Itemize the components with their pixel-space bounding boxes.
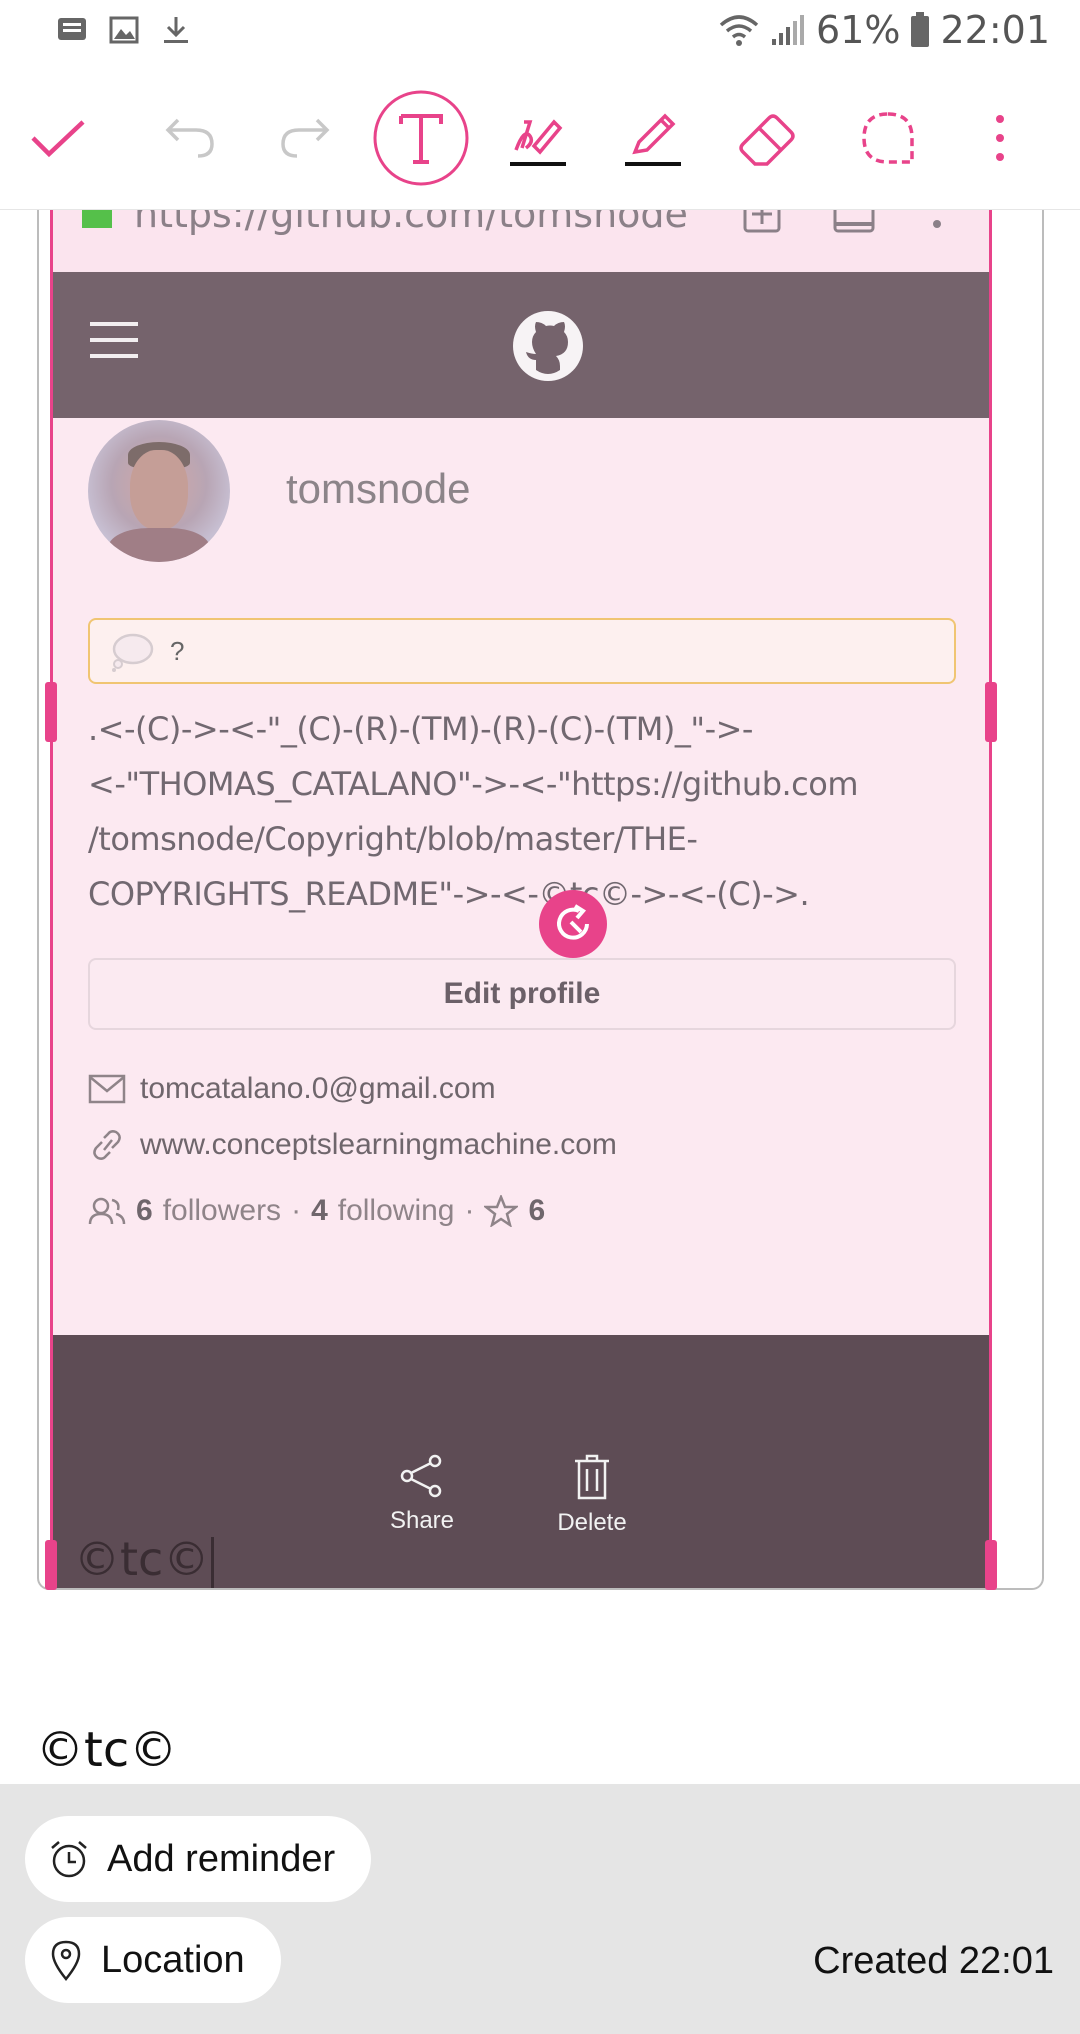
image-icon xyxy=(109,16,139,44)
set-status-box[interactable]: ? xyxy=(88,618,956,684)
website-link: www.conceptslearningmachine.com xyxy=(140,1128,617,1161)
pen-style-button[interactable] xyxy=(505,66,571,210)
bio-line: /tomsnode/Copyright/blob/master/THE- xyxy=(88,820,698,858)
created-timestamp: Created 22:01 xyxy=(813,1940,1054,1982)
followers-count[interactable]: 6 xyxy=(136,1194,153,1228)
lasso-button[interactable] xyxy=(855,66,921,210)
browser-url-bar: https://github.com/tomsnode xyxy=(52,210,991,272)
profile-username: tomsnode xyxy=(286,465,471,512)
location-pin-icon xyxy=(51,1940,81,1981)
edit-profile-button[interactable]: Edit profile xyxy=(88,958,956,1030)
stars-count[interactable]: 6 xyxy=(528,1194,545,1228)
bio-line: COPYRIGHTS_README"->-<-©tc©->-<-(C)->. xyxy=(88,875,810,913)
location-button[interactable]: Location xyxy=(25,1917,281,2003)
signal-icon xyxy=(772,15,805,45)
bio-line: <-"THOMAS_CATALANO"->-<-"https://github.… xyxy=(88,765,859,803)
text-mode-button[interactable] xyxy=(372,66,470,210)
separator-dot: · xyxy=(291,1194,302,1227)
github-logo-icon xyxy=(513,311,583,381)
alarm-clock-icon xyxy=(51,1841,87,1878)
profile-bio: .<-(C)->-<-"_(C)-(R)-(TM)-(R)-(C)-(TM)_"… xyxy=(88,702,958,922)
wifi-icon xyxy=(719,15,759,46)
undo-button[interactable] xyxy=(150,66,230,210)
note-body-text[interactable]: ©tc© xyxy=(36,1722,177,1778)
website-row[interactable]: www.conceptslearningmachine.com xyxy=(88,1128,617,1162)
battery-percent: 61% xyxy=(816,8,901,52)
text-cursor xyxy=(211,1536,215,1588)
text-mode-icon xyxy=(373,90,469,186)
redo-button[interactable] xyxy=(265,66,345,210)
handwritten-text: ©tc© xyxy=(74,1532,210,1586)
redo-icon xyxy=(281,118,330,158)
people-icon xyxy=(88,1197,126,1225)
status-bar: 61% 22:01 xyxy=(0,0,1080,66)
url-text: https://github.com/tomsnode xyxy=(134,210,688,236)
pencil-button[interactable] xyxy=(620,66,686,210)
eraser-icon xyxy=(739,114,795,166)
more-options-button[interactable] xyxy=(975,66,1025,210)
status-placeholder: ? xyxy=(170,636,185,666)
social-counts-row: 6 followers · 4 following · 6 xyxy=(88,1194,545,1228)
share-label: Share xyxy=(389,1507,455,1534)
bio-line: .<-(C)->-<-"_(C)-(R)-(TM)-(R)-(C)-(TM)_"… xyxy=(88,710,753,748)
add-reminder-button[interactable]: Add reminder xyxy=(25,1816,372,1902)
message-icon xyxy=(58,18,86,40)
separator-dot: · xyxy=(464,1194,475,1227)
pencil-icon xyxy=(625,113,681,166)
secure-lock-icon xyxy=(82,210,112,228)
pasted-screenshot-card[interactable]: https://github.com/tomsnode tomsnode ? .… xyxy=(37,210,1044,1590)
following-count[interactable]: 4 xyxy=(311,1194,328,1228)
check-icon xyxy=(31,120,85,158)
delete-action[interactable]: Delete xyxy=(542,1453,642,1537)
done-button[interactable] xyxy=(20,66,96,210)
undo-icon xyxy=(165,118,214,158)
more-icon xyxy=(996,115,1004,161)
note-bottom-panel: Add reminder Location Created 22:01 xyxy=(0,1784,1080,2034)
share-action[interactable]: Share xyxy=(372,1453,472,1535)
pen-style-icon xyxy=(510,119,566,166)
github-profile-screenshot: https://github.com/tomsnode tomsnode ? .… xyxy=(52,210,991,1588)
email-text: tomcatalano.0@gmail.com xyxy=(140,1072,496,1105)
email-row[interactable]: tomcatalano.0@gmail.com xyxy=(88,1072,496,1106)
delete-label: Delete xyxy=(557,1509,627,1536)
speech-bubble-icon xyxy=(112,633,154,672)
new-tab-icon xyxy=(743,210,781,233)
download-icon xyxy=(164,17,188,43)
avatar[interactable] xyxy=(88,420,230,562)
lasso-icon xyxy=(862,112,914,164)
location-label: Location xyxy=(101,1938,245,1981)
handwritten-signature[interactable]: ©tc© xyxy=(74,1532,215,1588)
eraser-button[interactable] xyxy=(733,66,803,210)
following-label[interactable]: following xyxy=(338,1194,455,1228)
mail-icon xyxy=(88,1074,126,1104)
editor-toolbar xyxy=(0,66,1080,210)
link-icon xyxy=(93,1130,121,1160)
clock: 22:01 xyxy=(940,8,1050,52)
add-reminder-label: Add reminder xyxy=(107,1837,336,1880)
tabs-icon xyxy=(833,210,875,233)
browser-menu-icon xyxy=(933,220,941,228)
share-icon xyxy=(400,1454,442,1498)
star-icon xyxy=(484,1195,519,1227)
followers-label[interactable]: followers xyxy=(163,1194,281,1228)
hamburger-icon xyxy=(90,322,138,358)
trash-icon xyxy=(575,1454,609,1500)
battery-icon xyxy=(911,12,930,47)
github-header xyxy=(52,272,991,418)
